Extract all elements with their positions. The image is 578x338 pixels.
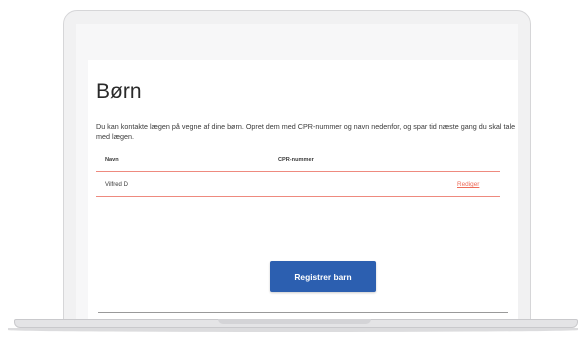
footer-divider [98, 312, 508, 313]
children-page: Børn Du kan kontakte lægen på vegne af d… [88, 60, 518, 322]
table-divider [96, 196, 500, 197]
child-name: Vilfred D [105, 182, 128, 188]
register-child-button[interactable]: Registrer barn [270, 261, 376, 292]
laptop-shadow [8, 328, 578, 332]
laptop-notch [218, 319, 371, 324]
column-header-name: Navn [105, 157, 119, 163]
page-title: Børn [96, 80, 142, 103]
edit-child-link[interactable]: Rediger [457, 181, 479, 188]
column-header-cpr: CPR-nummer [278, 157, 314, 163]
page-intro: Du kan kontakte lægen på vegne af dine b… [96, 122, 516, 141]
table-divider [96, 171, 500, 172]
laptop-screen: Børn Du kan kontakte lægen på vegne af d… [76, 24, 518, 322]
